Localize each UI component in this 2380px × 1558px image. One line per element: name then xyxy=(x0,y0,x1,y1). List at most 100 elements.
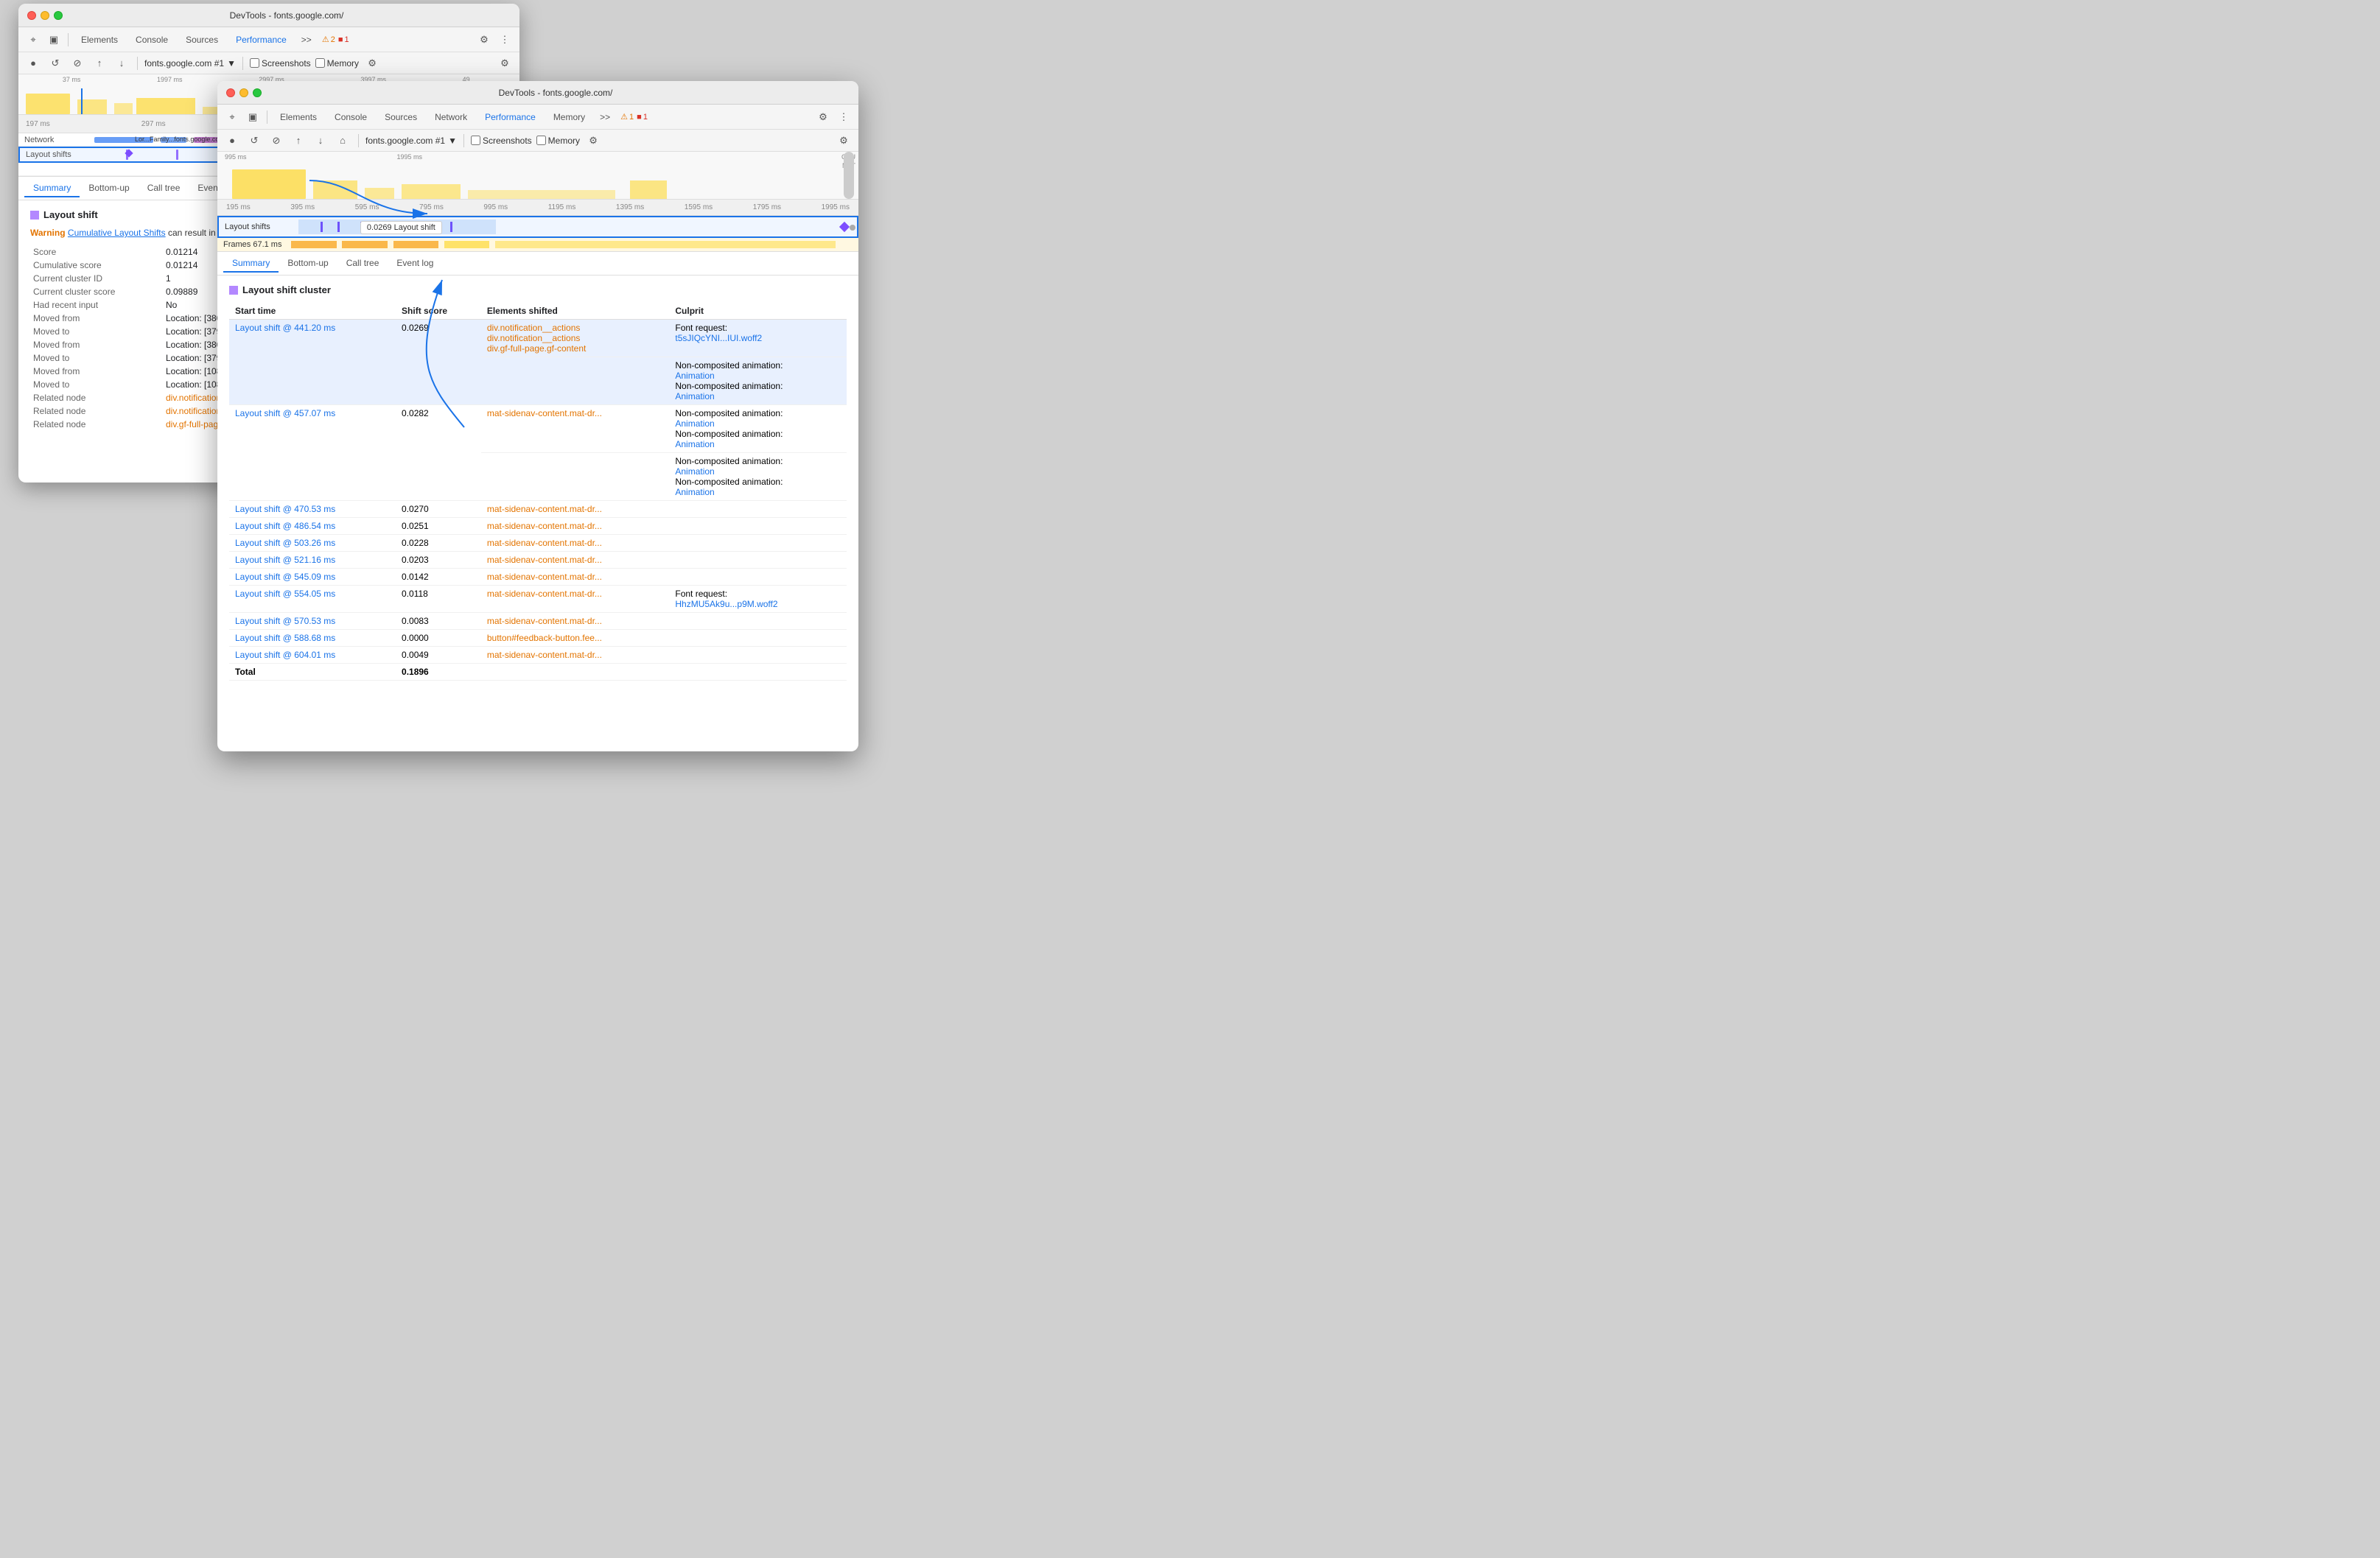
row9-link[interactable]: Layout shift @ 570.53 ms xyxy=(235,616,335,626)
front-inspect-icon[interactable]: ⌖ xyxy=(223,108,241,126)
front-download-btn[interactable]: ↓ xyxy=(312,132,329,150)
front-subtab-summary[interactable]: Summary xyxy=(223,255,279,273)
front-tab-elements[interactable]: Elements xyxy=(273,109,324,125)
front-subtab-calltree[interactable]: Call tree xyxy=(337,255,388,273)
row7-elem1[interactable]: mat-sidenav-content.mat-dr... xyxy=(487,572,602,582)
subtab-summary[interactable]: Summary xyxy=(24,180,80,197)
front-gear2-icon[interactable]: ⚙ xyxy=(835,132,853,150)
back-gear-icon[interactable]: ⚙ xyxy=(496,55,514,72)
front-device-icon[interactable]: ▣ xyxy=(244,108,262,126)
front-stop-btn[interactable]: ⊘ xyxy=(267,132,285,150)
front-subtab-bottomup[interactable]: Bottom-up xyxy=(279,255,337,273)
row3-elem1[interactable]: mat-sidenav-content.mat-dr... xyxy=(487,504,602,514)
row5-elem1[interactable]: mat-sidenav-content.mat-dr... xyxy=(487,538,602,548)
row4-link[interactable]: Layout shift @ 486.54 ms xyxy=(235,521,335,531)
front-memory-check-input[interactable] xyxy=(536,136,546,145)
row3-link[interactable]: Layout shift @ 470.53 ms xyxy=(235,504,335,514)
front-refresh-btn[interactable]: ↺ xyxy=(245,132,263,150)
download-btn[interactable]: ↓ xyxy=(113,55,130,72)
front-tab-memory[interactable]: Memory xyxy=(546,109,592,125)
front-toolbar2: ● ↺ ⊘ ↑ ↓ ⌂ fonts.google.com #1 ▼ Screen… xyxy=(217,130,858,152)
front-screenshots-checkbox[interactable]: Screenshots xyxy=(471,136,532,146)
cumulative-layout-shifts-link[interactable]: Cumulative Layout Shifts xyxy=(68,228,166,238)
table-row-9: Layout shift @ 570.53 ms 0.0083 mat-side… xyxy=(229,613,847,630)
front-tab-performance[interactable]: Performance xyxy=(477,109,543,125)
device-icon[interactable]: ▣ xyxy=(45,31,63,49)
url-selector[interactable]: fonts.google.com #1 ▼ xyxy=(144,58,236,69)
row8-link[interactable]: Layout shift @ 554.05 ms xyxy=(235,589,335,599)
front-more-icon[interactable]: ⋮ xyxy=(835,108,853,126)
minimize-button[interactable] xyxy=(41,11,49,20)
front-maximize-button[interactable] xyxy=(253,88,262,97)
row6-link[interactable]: Layout shift @ 521.16 ms xyxy=(235,555,335,565)
close-button[interactable] xyxy=(27,11,36,20)
row8-font-link[interactable]: HhzMU5Ak9u...p9M.woff2 xyxy=(675,599,777,609)
memory-checkbox[interactable]: Memory xyxy=(315,58,359,69)
stop-btn[interactable]: ⊘ xyxy=(69,55,86,72)
front-url-selector[interactable]: fonts.google.com #1 ▼ xyxy=(365,136,457,146)
front-minimap[interactable]: 995 ms 1995 ms CPU NET xyxy=(217,152,858,200)
tab-sources[interactable]: Sources xyxy=(178,32,225,48)
front-home-btn[interactable]: ⌂ xyxy=(334,132,351,150)
row2b-anim3[interactable]: Animation xyxy=(675,466,714,477)
row6-elem1[interactable]: mat-sidenav-content.mat-dr... xyxy=(487,555,602,565)
minimap-scrollbar[interactable] xyxy=(844,152,854,199)
subtab-calltree[interactable]: Call tree xyxy=(139,180,189,197)
front-close-button[interactable] xyxy=(226,88,235,97)
row2b-anim4[interactable]: Animation xyxy=(675,487,714,497)
row4-elem1[interactable]: mat-sidenav-content.mat-dr... xyxy=(487,521,602,531)
front-tab-console[interactable]: Console xyxy=(327,109,374,125)
cpu-throttle-icon[interactable]: ⚙ xyxy=(363,55,381,72)
tab-console[interactable]: Console xyxy=(128,32,175,48)
front-upload-btn[interactable]: ↑ xyxy=(290,132,307,150)
row1-font-link[interactable]: t5sJIQcYNI...IUI.woff2 xyxy=(675,333,762,343)
row11-link[interactable]: Layout shift @ 604.01 ms xyxy=(235,650,335,660)
row8-elem1[interactable]: mat-sidenav-content.mat-dr... xyxy=(487,589,602,599)
front-record-btn[interactable]: ● xyxy=(223,132,241,150)
subtab-bottomup[interactable]: Bottom-up xyxy=(80,180,138,197)
row5-link[interactable]: Layout shift @ 503.26 ms xyxy=(235,538,335,548)
row1-elem1[interactable]: div.notification__actions xyxy=(487,323,664,333)
front-minimize-button[interactable] xyxy=(239,88,248,97)
row10-link[interactable]: Layout shift @ 588.68 ms xyxy=(235,633,335,643)
more-icon[interactable]: ⋮ xyxy=(496,31,514,49)
memory-check-input[interactable] xyxy=(315,58,325,68)
row11-elem1[interactable]: mat-sidenav-content.mat-dr... xyxy=(487,650,602,660)
row1-elem2[interactable]: div.notification__actions xyxy=(487,333,664,343)
row9-elem1[interactable]: mat-sidenav-content.mat-dr... xyxy=(487,616,602,626)
row1b-anim2[interactable]: Animation xyxy=(675,391,714,401)
front-subtab-eventlog[interactable]: Event log xyxy=(388,255,442,273)
row1-elem3[interactable]: div.gf-full-page.gf-content xyxy=(487,343,664,354)
table-row-8: Layout shift @ 554.05 ms 0.0118 mat-side… xyxy=(229,586,847,613)
front-settings-area: ⚙ ⋮ xyxy=(814,108,853,126)
front-gear-icon[interactable]: ⚙ xyxy=(814,108,832,126)
row2-link[interactable]: Layout shift @ 457.07 ms xyxy=(235,408,335,418)
col-start-time: Start time xyxy=(229,303,396,320)
screenshots-check-input[interactable] xyxy=(250,58,259,68)
record-btn[interactable]: ● xyxy=(24,55,42,72)
screenshots-checkbox[interactable]: Screenshots xyxy=(250,58,311,69)
front-tab-network[interactable]: Network xyxy=(427,109,475,125)
front-screenshots-check-input[interactable] xyxy=(471,136,480,145)
row2-anim1[interactable]: Animation xyxy=(675,418,714,429)
maximize-button[interactable] xyxy=(54,11,63,20)
tab-more[interactable]: >> xyxy=(297,32,316,48)
refresh-btn[interactable]: ↺ xyxy=(46,55,64,72)
row2-score: 0.0282 xyxy=(396,405,481,501)
inspect-icon[interactable]: ⌖ xyxy=(24,31,42,49)
prop-mf1-key: Moved from xyxy=(30,312,163,325)
tab-performance[interactable]: Performance xyxy=(228,32,294,48)
row7-link[interactable]: Layout shift @ 545.09 ms xyxy=(235,572,335,582)
row2-anim2[interactable]: Animation xyxy=(675,439,714,449)
row1-link[interactable]: Layout shift @ 441.20 ms xyxy=(235,323,335,333)
row2-elem1[interactable]: mat-sidenav-content.mat-dr... xyxy=(487,408,602,418)
tab-elements[interactable]: Elements xyxy=(74,32,125,48)
front-tab-sources[interactable]: Sources xyxy=(377,109,424,125)
front-cpu-throttle-icon[interactable]: ⚙ xyxy=(584,132,602,150)
gear-icon[interactable]: ⚙ xyxy=(475,31,493,49)
front-memory-checkbox[interactable]: Memory xyxy=(536,136,580,146)
row1b-anim1[interactable]: Animation xyxy=(675,371,714,381)
front-tab-more[interactable]: >> xyxy=(595,109,615,125)
upload-btn[interactable]: ↑ xyxy=(91,55,108,72)
row10-elem1[interactable]: button#feedback-button.fee... xyxy=(487,633,602,643)
